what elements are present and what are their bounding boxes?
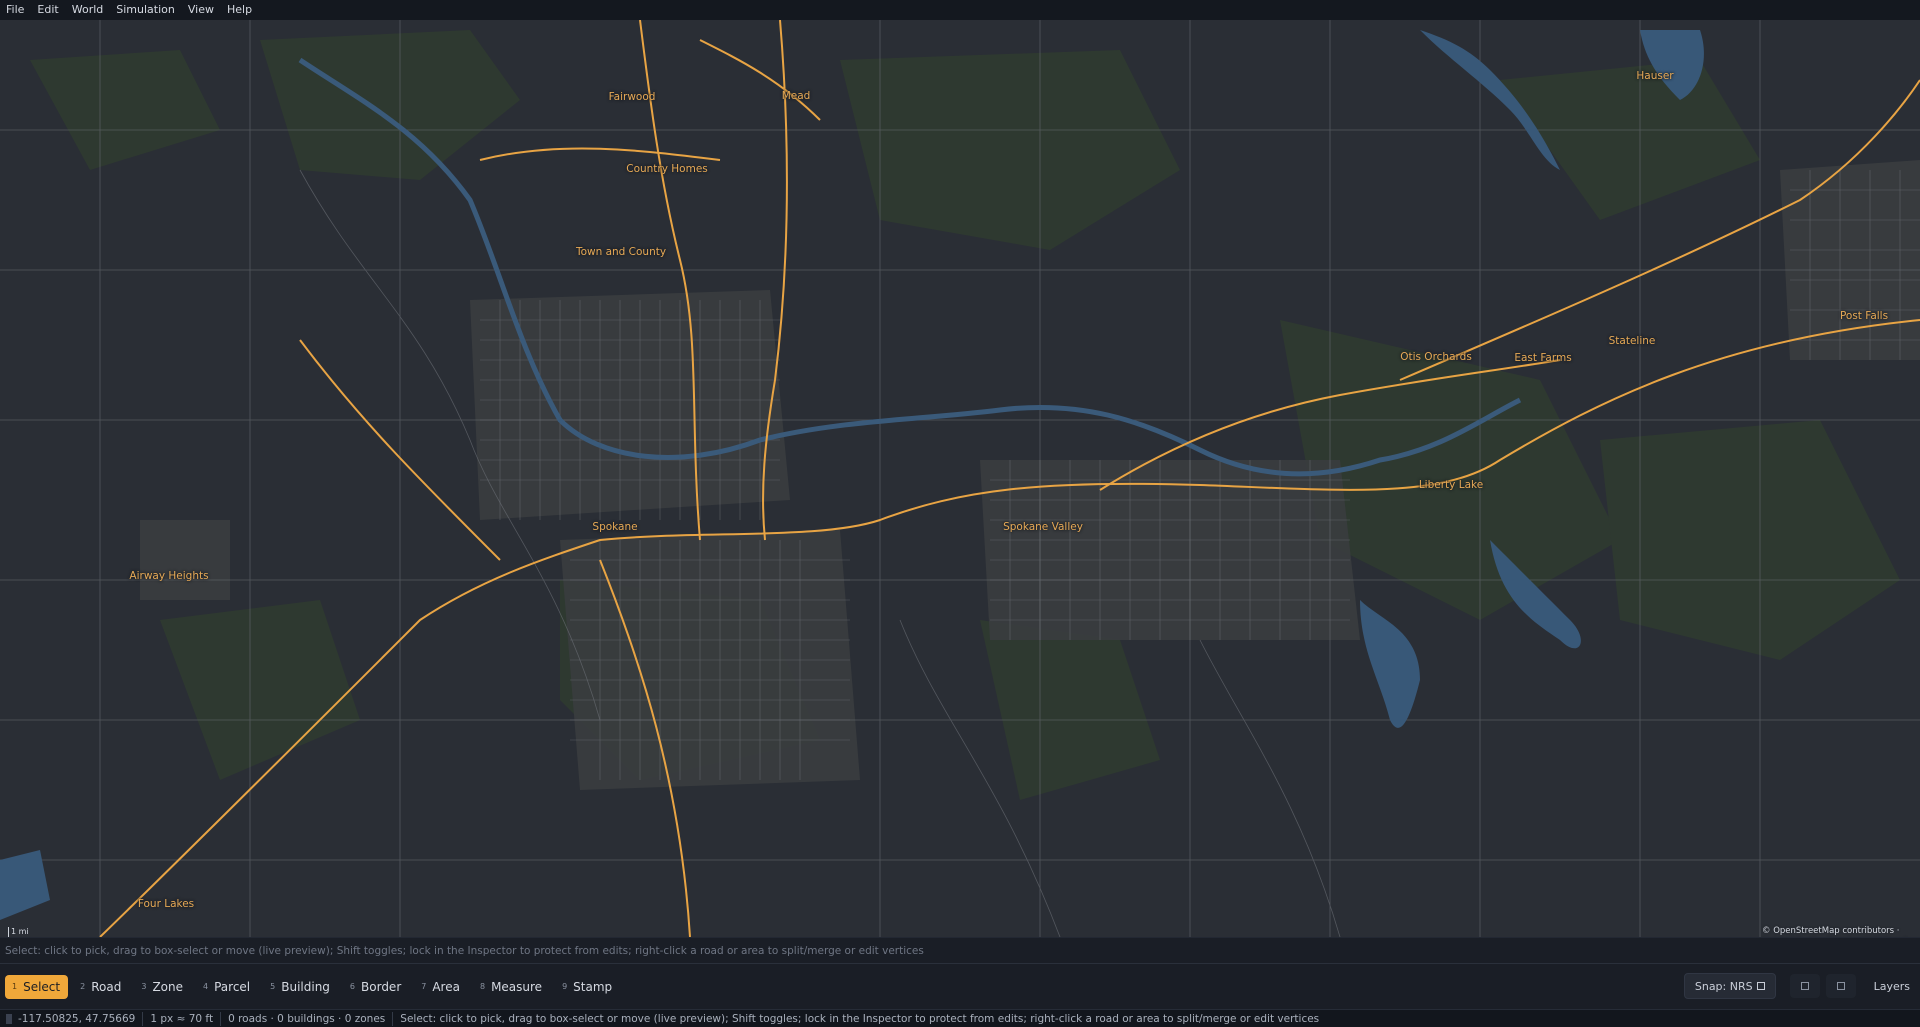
tool-building-button[interactable]: 5 Building <box>263 975 338 999</box>
snap-toggle-button[interactable]: Snap: NRS <box>1683 973 1776 999</box>
snap-label: Snap: NRS <box>1694 979 1753 993</box>
toolbar-icon-button[interactable] <box>1789 974 1820 998</box>
map-graphics <box>0 20 1920 937</box>
shortcut-key: 8 <box>479 982 486 991</box>
menu-help[interactable]: Help <box>220 0 258 20</box>
toolbar-right-group: Snap: NRS Layers <box>1683 964 1920 1008</box>
shortcut-key: 9 <box>562 982 568 991</box>
square-icon <box>1800 982 1809 990</box>
map-canvas[interactable]: Fairwood Mead Country Homes Town and Cou… <box>0 20 1920 937</box>
tool-measure-button[interactable]: 8 Measure <box>473 975 550 999</box>
shortcut-key: 1 <box>12 982 18 991</box>
menu-view[interactable]: View <box>181 0 220 20</box>
place-label: Stateline <box>1608 335 1656 347</box>
place-label: Otis Orchards <box>1400 351 1472 363</box>
tool-border-button[interactable]: 6 Border <box>343 975 409 999</box>
place-label: Post Falls <box>1839 310 1889 322</box>
status-scale: 1 px ≈ 70 ft <box>143 1011 222 1026</box>
status-coords: -117.50825, 47.75669 <box>0 1011 144 1026</box>
toolbar-icon-button[interactable] <box>1825 974 1856 998</box>
shortcut-key: 7 <box>421 982 427 991</box>
square-icon <box>1836 982 1845 990</box>
tool-zone-button[interactable]: 3 Zone <box>134 975 191 999</box>
tool-area-button[interactable]: 7 Area <box>414 975 468 999</box>
layers-button[interactable]: Layers <box>1874 980 1910 993</box>
tool-label: Measure <box>491 979 543 994</box>
tool-parcel-button[interactable]: 4 Parcel <box>196 975 258 999</box>
shortcut-key: 4 <box>203 982 209 991</box>
tool-stamp-button[interactable]: 9 Stamp <box>555 975 620 999</box>
snap-checkbox-icon <box>1756 982 1765 990</box>
status-counts: 0 roads · 0 buildings · 0 zones <box>221 1011 394 1026</box>
map-attribution: © OpenStreetMap contributors · Natural E… <box>1762 926 1900 936</box>
place-label: East Farms <box>1514 352 1572 364</box>
place-label: Country Homes <box>626 163 708 175</box>
tool-label: Stamp <box>573 979 613 994</box>
shortcut-key: 3 <box>141 982 147 991</box>
menu-simulation[interactable]: Simulation <box>109 0 181 20</box>
place-label: Liberty Lake <box>1418 479 1484 491</box>
tool-label: Select <box>23 979 61 994</box>
place-label: Hauser <box>1636 70 1674 82</box>
menu-bar: File Edit World Simulation View Help <box>0 0 1920 20</box>
coords-text: -117.50825, 47.75669 <box>18 1012 136 1025</box>
tool-label: Zone <box>152 979 183 994</box>
menu-edit[interactable]: Edit <box>30 0 64 20</box>
status-message: Select: click to pick, drag to box-selec… <box>400 1012 1320 1025</box>
place-label: Airway Heights <box>129 570 209 582</box>
place-label: Fairwood <box>608 91 656 103</box>
shortcut-key: 2 <box>80 982 86 991</box>
shortcut-key: 5 <box>270 982 276 991</box>
place-label: Four Lakes <box>137 898 195 910</box>
tool-select-button[interactable]: 1 Select <box>5 974 69 999</box>
tool-hint: Select: click to pick, drag to box-selec… <box>0 937 1920 963</box>
tool-label: Parcel <box>214 979 251 994</box>
tool-bar: 1 Select 2 Road 3 Zone 4 Parcel 5 Buildi… <box>0 963 1920 1009</box>
status-swatch-icon <box>6 1013 12 1024</box>
tool-label: Building <box>281 979 330 994</box>
shortcut-key: 6 <box>349 982 356 991</box>
place-label: Spokane Valley <box>1003 521 1083 533</box>
place-label: Town and County <box>575 246 667 258</box>
tool-label: Road <box>91 979 122 994</box>
menu-world[interactable]: World <box>65 0 110 20</box>
place-label: Mead <box>781 90 811 102</box>
tool-label: Area <box>432 979 460 994</box>
scale-bar: 1 mi <box>8 927 70 937</box>
tool-road-button[interactable]: 2 Road <box>73 975 129 999</box>
tool-label: Border <box>361 979 402 994</box>
place-label: Spokane <box>592 521 638 533</box>
status-bar: -117.50825, 47.75669 1 px ≈ 70 ft 0 road… <box>0 1009 1920 1027</box>
menu-file[interactable]: File <box>0 0 30 20</box>
